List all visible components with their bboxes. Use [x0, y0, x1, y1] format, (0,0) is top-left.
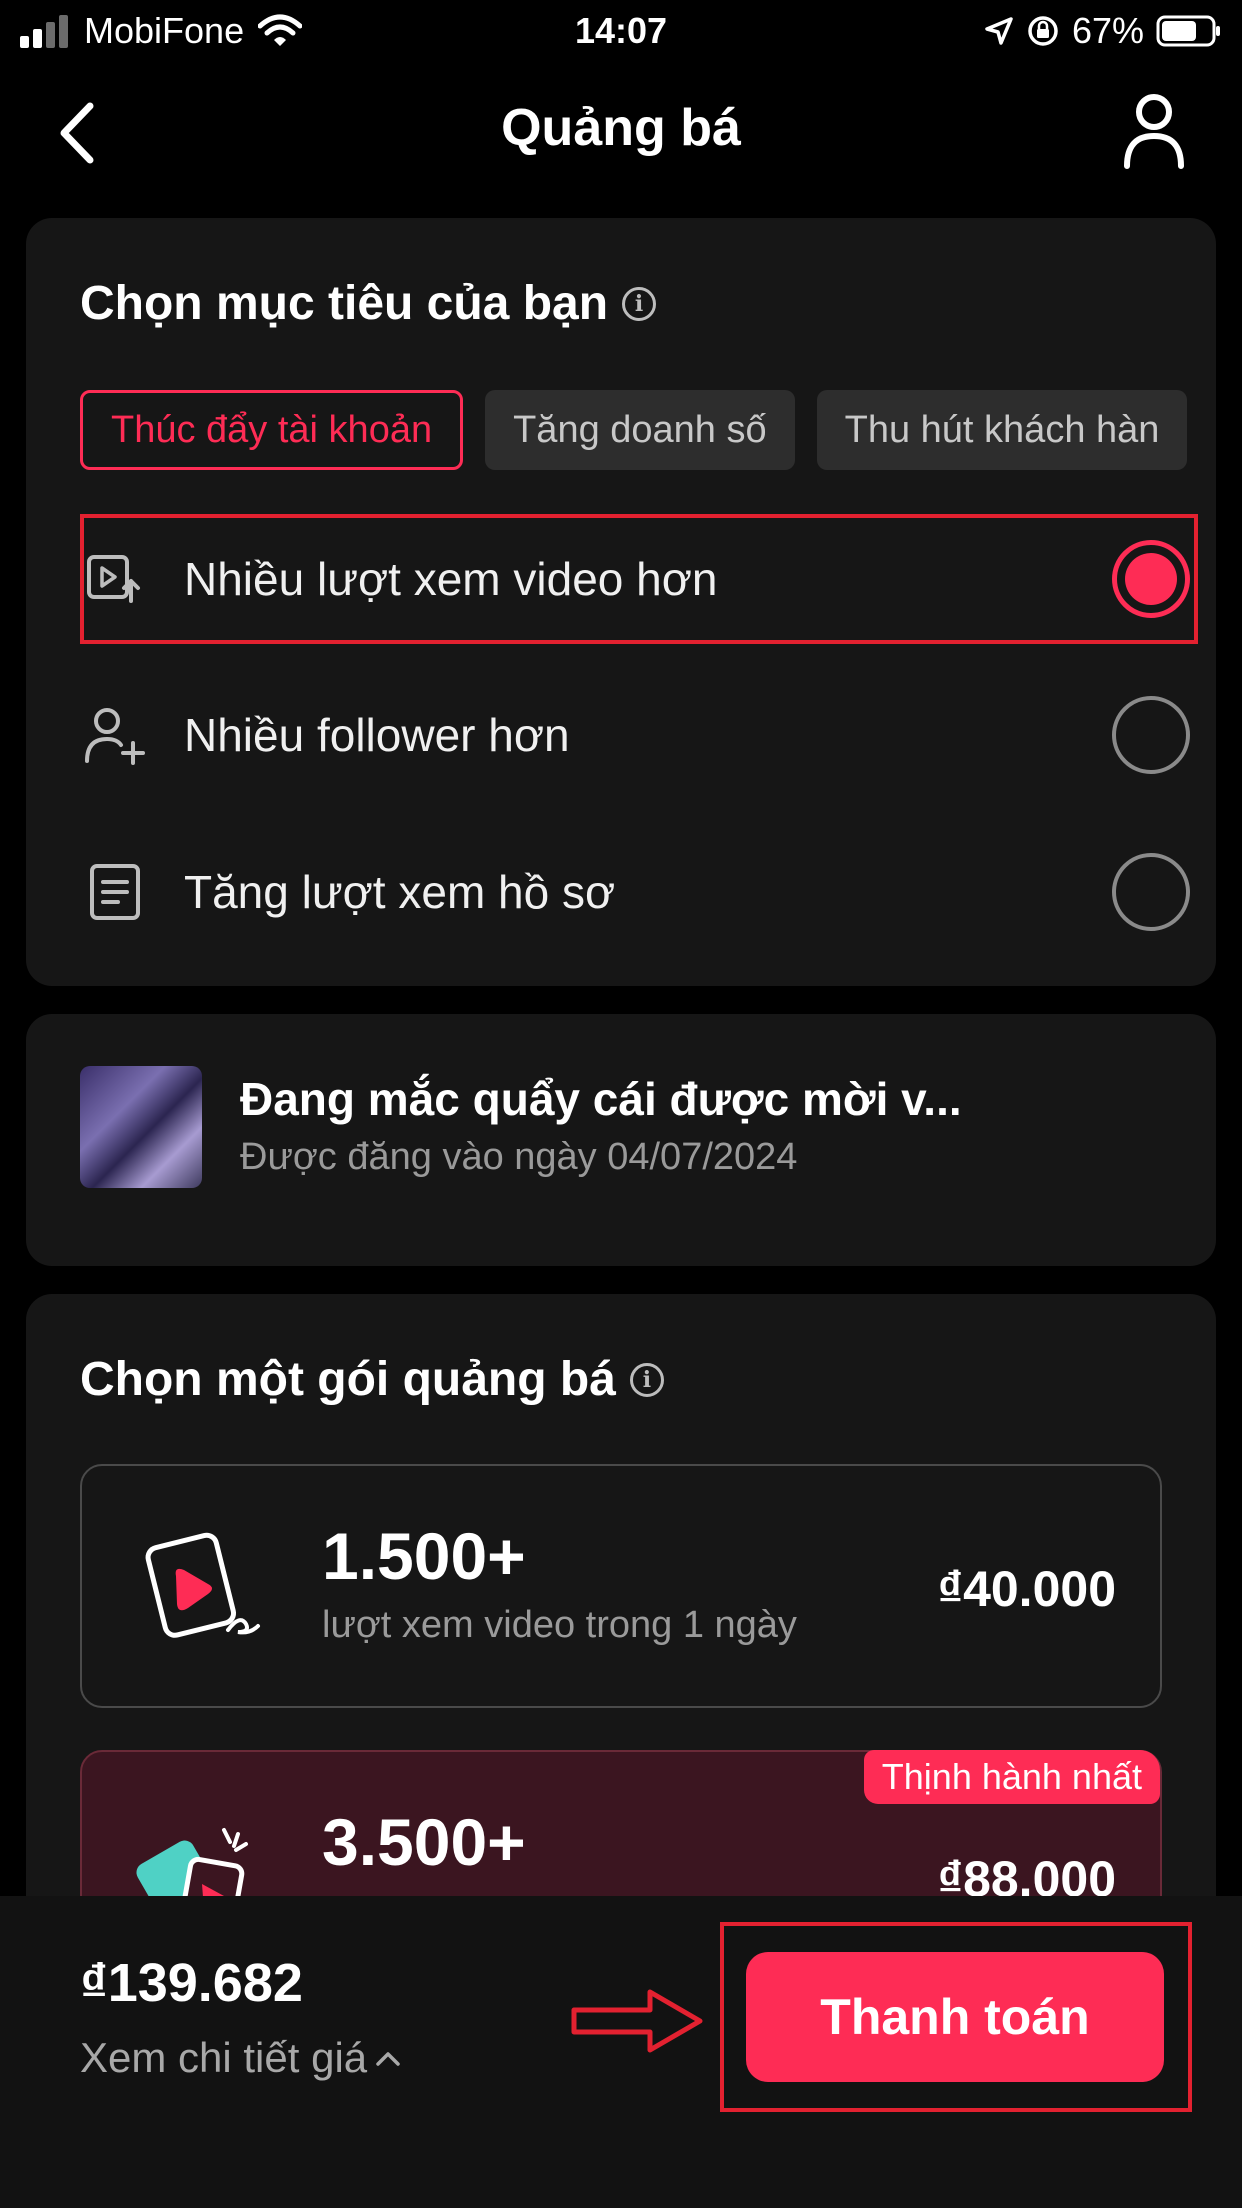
option-more-followers[interactable]: Nhiều follower hơn: [80, 673, 1200, 797]
radio-unselected[interactable]: [1112, 696, 1190, 774]
option-label: Nhiều follower hơn: [184, 709, 570, 761]
goal-card: Chọn mục tiêu của bạn i Thúc đẩy tài kho…: [26, 218, 1216, 986]
page-title: Quảng bá: [501, 99, 741, 157]
package-price: ₫40.000: [937, 1561, 1116, 1617]
goal-category-tabs: Thúc đẩy tài khoản Tăng doanh số Thu hút…: [80, 390, 1188, 470]
profile-icon[interactable]: [1122, 90, 1186, 170]
rotation-lock-icon: [1028, 16, 1058, 46]
status-right: 67%: [984, 10, 1222, 52]
package-section-title: Chọn một gói quảng bá i: [80, 1352, 664, 1407]
goal-title-text: Chọn mục tiêu của bạn: [80, 277, 609, 330]
battery-percent: 67%: [1071, 10, 1144, 51]
info-icon[interactable]: i: [622, 286, 657, 321]
add-follower-icon: [80, 700, 150, 770]
package-description: lượt xem video trong 1 ngày: [322, 1604, 797, 1646]
video-card-icon: [145, 1532, 260, 1638]
package-views-count: 1.500+: [322, 1519, 526, 1593]
price-details-link[interactable]: Xem chi tiết giá: [80, 2034, 403, 2082]
video-thumbnail: [80, 1066, 202, 1188]
profile-doc-icon: [80, 857, 150, 927]
status-bar: MobiFone 14:07 67%: [0, 0, 1242, 62]
option-profile-views[interactable]: Tăng lượt xem hồ sơ: [80, 830, 1200, 954]
trending-badge: Thịnh hành nhất: [863, 1750, 1160, 1804]
package-title-text: Chọn một gói quảng bá: [80, 1353, 616, 1406]
package-views-count: 3.500+: [322, 1805, 526, 1879]
radio-selected[interactable]: [1112, 540, 1190, 618]
package-option-1[interactable]: 1.500+ lượt xem video trong 1 ngày ₫40.0…: [80, 1464, 1162, 1708]
price-details-label: Xem chi tiết giá: [80, 2034, 368, 2081]
battery-icon: [1156, 15, 1220, 47]
tab-increase-sales[interactable]: Tăng doanh số: [485, 390, 795, 470]
goal-section-title: Chọn mục tiêu của bạn i: [80, 276, 657, 331]
nav-bar: Quảng bá: [0, 62, 1242, 192]
radio-unselected[interactable]: [1112, 853, 1190, 931]
total-price: ₫139.682: [80, 1953, 303, 2013]
tab-attract-customers[interactable]: Thu hút khách hàn: [816, 390, 1188, 470]
chevron-up-icon: [376, 2052, 400, 2066]
option-more-video-views[interactable]: Nhiều lượt xem video hơn: [80, 517, 1200, 641]
location-icon: [985, 17, 1013, 45]
video-views-icon: [80, 544, 150, 614]
option-label: Tăng lượt xem hồ sơ: [184, 866, 616, 918]
pay-button[interactable]: Thanh toán: [746, 1952, 1164, 2082]
option-label: Nhiều lượt xem video hơn: [184, 553, 718, 605]
video-posted-date: Được đăng vào ngày 04/07/2024: [240, 1136, 798, 1178]
tab-boost-account[interactable]: Thúc đẩy tài khoản: [80, 390, 464, 470]
checkout-bar: ₫139.682 Xem chi tiết giá Thanh toán: [0, 1896, 1242, 2208]
annotation-arrow-icon: [571, 1989, 703, 2053]
selected-video-card[interactable]: Đang mắc quẩy cái được mời v... Được đăn…: [26, 1014, 1216, 1266]
video-title: Đang mắc quẩy cái được mời v...: [240, 1073, 962, 1125]
info-icon[interactable]: i: [629, 1362, 664, 1397]
